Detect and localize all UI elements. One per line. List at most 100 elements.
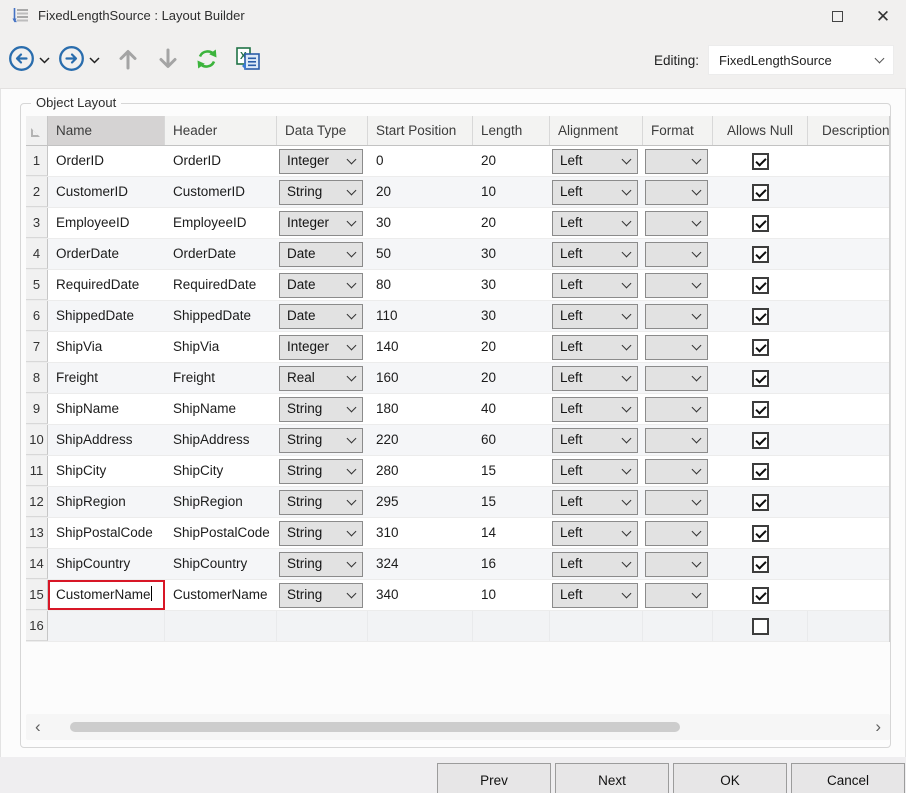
data-type-dropdown[interactable]: Date bbox=[279, 273, 363, 298]
cell-header[interactable]: ShipCity bbox=[165, 456, 277, 486]
cell-header[interactable]: ShipPostalCode bbox=[165, 518, 277, 548]
cell-description[interactable] bbox=[808, 208, 890, 238]
cell-description[interactable] bbox=[808, 487, 890, 517]
cell-description[interactable] bbox=[808, 456, 890, 486]
ok-button[interactable]: OK bbox=[673, 763, 787, 793]
cell-description[interactable] bbox=[808, 425, 890, 455]
cell-header[interactable]: CustomerName bbox=[165, 580, 277, 610]
cell-description[interactable] bbox=[808, 332, 890, 362]
cell-header[interactable]: ShipAddress bbox=[165, 425, 277, 455]
row-number[interactable]: 11 bbox=[26, 456, 48, 486]
cell-name[interactable]: EmployeeID bbox=[48, 208, 165, 238]
row-number[interactable]: 5 bbox=[26, 270, 48, 300]
cell-name[interactable]: RequiredDate bbox=[48, 270, 165, 300]
column-header-start-position[interactable]: Start Position bbox=[368, 116, 473, 145]
cell-header[interactable]: ShippedDate bbox=[165, 301, 277, 331]
alignment-dropdown[interactable]: Left bbox=[552, 211, 638, 236]
cell-header[interactable]: ShipName bbox=[165, 394, 277, 424]
format-dropdown[interactable] bbox=[645, 149, 708, 174]
scrollbar-thumb[interactable] bbox=[70, 722, 680, 732]
cell-name[interactable]: ShipName bbox=[48, 394, 165, 424]
next-button[interactable]: Next bbox=[555, 763, 669, 793]
row-number[interactable]: 14 bbox=[26, 549, 48, 579]
cell-start-position[interactable]: 220 bbox=[368, 425, 473, 455]
data-type-dropdown[interactable]: String bbox=[279, 180, 363, 205]
cell-description[interactable] bbox=[808, 394, 890, 424]
row-number[interactable]: 16 bbox=[26, 611, 48, 641]
column-header-header[interactable]: Header bbox=[165, 116, 277, 145]
alignment-dropdown[interactable]: Left bbox=[552, 335, 638, 360]
allows-null-checkbox[interactable] bbox=[752, 401, 769, 418]
scroll-left-arrow-icon[interactable]: ‹ bbox=[35, 714, 41, 740]
format-dropdown[interactable] bbox=[645, 521, 708, 546]
alignment-dropdown[interactable]: Left bbox=[552, 149, 638, 174]
cell-length[interactable]: 10 bbox=[473, 580, 550, 610]
prev-button[interactable]: Prev bbox=[437, 763, 551, 793]
move-up-button[interactable] bbox=[117, 47, 139, 74]
format-dropdown[interactable] bbox=[645, 490, 708, 515]
row-number[interactable]: 15 bbox=[26, 580, 48, 610]
cell-length[interactable] bbox=[473, 611, 550, 641]
cell-name[interactable]: OrderDate bbox=[48, 239, 165, 269]
alignment-dropdown[interactable]: Left bbox=[552, 273, 638, 298]
cell-length[interactable]: 30 bbox=[473, 239, 550, 269]
cell-length[interactable]: 20 bbox=[473, 332, 550, 362]
cell-length[interactable]: 10 bbox=[473, 177, 550, 207]
alignment-dropdown[interactable]: Left bbox=[552, 552, 638, 577]
allows-null-checkbox[interactable] bbox=[752, 370, 769, 387]
column-header-description[interactable]: Description bbox=[808, 116, 890, 145]
cell-length[interactable]: 60 bbox=[473, 425, 550, 455]
cell-length[interactable]: 40 bbox=[473, 394, 550, 424]
column-header-data-type[interactable]: Data Type bbox=[277, 116, 368, 145]
cell-description[interactable] bbox=[808, 518, 890, 548]
column-header-length[interactable]: Length bbox=[473, 116, 550, 145]
row-number[interactable]: 7 bbox=[26, 332, 48, 362]
allows-null-checkbox[interactable] bbox=[752, 339, 769, 356]
row-number[interactable]: 8 bbox=[26, 363, 48, 393]
data-type-dropdown[interactable]: Date bbox=[279, 304, 363, 329]
row-number[interactable]: 2 bbox=[26, 177, 48, 207]
data-type-dropdown[interactable]: String bbox=[279, 521, 363, 546]
cell-description[interactable] bbox=[808, 301, 890, 331]
cell-header[interactable]: Freight bbox=[165, 363, 277, 393]
cell-header[interactable]: ShipVia bbox=[165, 332, 277, 362]
data-type-dropdown[interactable]: String bbox=[279, 397, 363, 422]
alignment-dropdown[interactable]: Left bbox=[552, 583, 638, 608]
maximize-button[interactable] bbox=[814, 0, 860, 32]
data-type-dropdown[interactable]: String bbox=[279, 428, 363, 453]
cell-length[interactable]: 30 bbox=[473, 301, 550, 331]
alignment-dropdown[interactable]: Left bbox=[552, 304, 638, 329]
allows-null-checkbox[interactable] bbox=[752, 618, 769, 635]
format-dropdown[interactable] bbox=[645, 583, 708, 608]
format-dropdown[interactable] bbox=[645, 552, 708, 577]
cell-length[interactable]: 30 bbox=[473, 270, 550, 300]
alignment-dropdown[interactable]: Left bbox=[552, 366, 638, 391]
format-dropdown[interactable] bbox=[645, 459, 708, 484]
data-type-dropdown[interactable]: Integer bbox=[279, 149, 363, 174]
column-header-name[interactable]: Name bbox=[48, 116, 165, 145]
allows-null-checkbox[interactable] bbox=[752, 277, 769, 294]
refresh-button[interactable] bbox=[194, 46, 220, 75]
column-header-allows-null[interactable]: Allows Null bbox=[713, 116, 808, 145]
cell-name[interactable]: Freight bbox=[48, 363, 165, 393]
cell-description[interactable] bbox=[808, 580, 890, 610]
cell-header[interactable]: EmployeeID bbox=[165, 208, 277, 238]
data-type-dropdown[interactable]: String bbox=[279, 459, 363, 484]
cell-name[interactable]: CustomerID bbox=[48, 177, 165, 207]
data-type-dropdown[interactable]: Integer bbox=[279, 211, 363, 236]
cell-header[interactable]: CustomerID bbox=[165, 177, 277, 207]
cell-start-position[interactable]: 180 bbox=[368, 394, 473, 424]
data-type-dropdown[interactable]: Integer bbox=[279, 335, 363, 360]
alignment-dropdown[interactable]: Left bbox=[552, 180, 638, 205]
data-type-dropdown[interactable]: String bbox=[279, 552, 363, 577]
cell-name[interactable]: ShipAddress bbox=[48, 425, 165, 455]
allows-null-checkbox[interactable] bbox=[752, 308, 769, 325]
cell-length[interactable]: 14 bbox=[473, 518, 550, 548]
cell-name[interactable]: ShippedDate bbox=[48, 301, 165, 331]
alignment-dropdown[interactable]: Left bbox=[552, 490, 638, 515]
forward-button[interactable] bbox=[58, 45, 85, 75]
cell-description[interactable] bbox=[808, 549, 890, 579]
format-dropdown[interactable] bbox=[645, 180, 708, 205]
row-number[interactable]: 3 bbox=[26, 208, 48, 238]
cell-start-position[interactable]: 30 bbox=[368, 208, 473, 238]
